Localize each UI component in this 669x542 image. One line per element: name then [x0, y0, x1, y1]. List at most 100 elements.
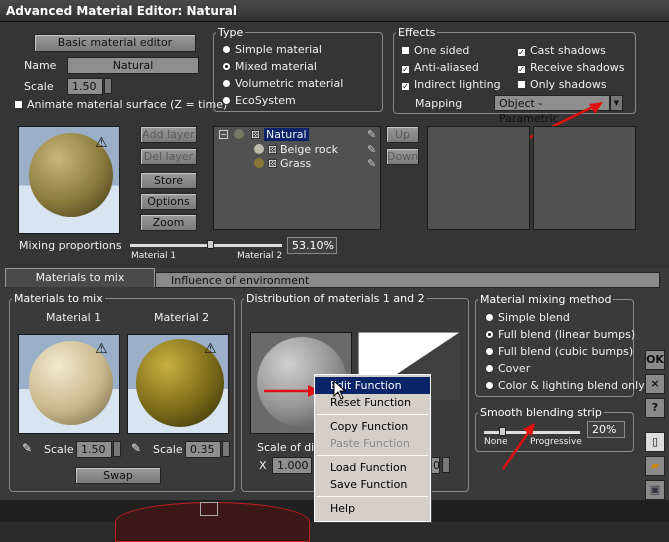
animate-checkbox[interactable]: Animate material surface (Z = time): [14, 98, 227, 111]
layer-toggle-icon[interactable]: ⊠: [268, 159, 277, 168]
radio-icon: [485, 364, 494, 373]
zoom-button[interactable]: Zoom: [140, 214, 197, 231]
radio-icon: [485, 381, 494, 390]
indirect-lighting-label: Indirect lighting: [414, 78, 501, 91]
mapping-label: Mapping: [415, 97, 463, 110]
scale-spinner[interactable]: [104, 78, 112, 94]
mixing-label: Mixing proportions: [19, 239, 122, 252]
material2-scale-field[interactable]: 0.35: [185, 441, 221, 458]
close-button[interactable]: ×: [645, 374, 665, 394]
type-option-label: EcoSystem: [235, 94, 296, 107]
layer-tree: − ⊠ Natural ⊠ Beige rock ⊠ Grass ✎ ✎ ✎: [213, 126, 381, 230]
mouse-cursor-icon: [333, 380, 347, 400]
animate-label: Animate material surface (Z = time): [27, 98, 228, 111]
anti-aliased-checkbox[interactable]: ✓ Anti-aliased: [401, 61, 479, 74]
method-cover-radio[interactable]: Cover: [485, 362, 530, 375]
tree-item-natural[interactable]: Natural: [264, 128, 309, 141]
tab-materials-to-mix[interactable]: Materials to mix: [5, 268, 155, 287]
method-color-radio[interactable]: Color & lighting blend only: [485, 379, 645, 392]
material2-scale-spinner[interactable]: [222, 441, 230, 457]
menu-help[interactable]: Help: [315, 500, 430, 517]
menu-separator: [317, 496, 428, 497]
distribution-spinner[interactable]: [442, 457, 450, 473]
anti-aliased-label: Anti-aliased: [414, 61, 479, 74]
distribution-x-field[interactable]: 1.000: [272, 457, 312, 474]
radio-icon: [485, 313, 494, 322]
new-file-icon[interactable]: ▯: [645, 432, 665, 452]
type-option-label: Volumetric material: [235, 77, 344, 90]
method-option-label: Simple blend: [498, 311, 570, 324]
viewport-gizmo: [200, 502, 218, 516]
material-sphere-icon: [254, 158, 264, 168]
layer-toggle-icon[interactable]: ⊠: [268, 145, 277, 154]
mapping-dropdown-icon[interactable]: ▼: [610, 95, 623, 111]
type-mixed-radio[interactable]: Mixed material: [222, 60, 317, 73]
ok-button[interactable]: OK: [645, 350, 665, 370]
menu-copy-function[interactable]: Copy Function: [315, 418, 430, 435]
indirect-lighting-checkbox[interactable]: ✓ Indirect lighting: [401, 78, 501, 91]
context-menu: Edit Function Reset Function Copy Functi…: [314, 374, 431, 522]
method-simple-radio[interactable]: Simple blend: [485, 311, 570, 324]
cast-shadows-checkbox[interactable]: ✓ Cast shadows: [517, 44, 606, 57]
del-layer-button[interactable]: Del layer: [140, 148, 197, 165]
material1-title: Material 1: [46, 311, 102, 324]
mixing-value-field[interactable]: 53.10%: [287, 237, 337, 254]
scale-field[interactable]: 1.50: [67, 78, 103, 95]
radio-selected-icon: [222, 62, 231, 71]
store-button[interactable]: Store: [140, 172, 197, 189]
add-layer-button[interactable]: Add layer: [140, 126, 197, 143]
menu-load-function[interactable]: Load Function: [315, 459, 430, 476]
up-button[interactable]: Up: [386, 126, 419, 143]
save-disk-icon[interactable]: ▣: [645, 480, 665, 500]
name-field[interactable]: Natural: [67, 57, 199, 74]
one-sided-label: One sided: [414, 44, 470, 57]
cast-shadows-label: Cast shadows: [530, 44, 606, 57]
material1-scale-field[interactable]: 1.50: [76, 441, 112, 458]
materials-group-title: Materials to mix: [12, 292, 105, 305]
tab-influence-of-environment[interactable]: Influence of environment: [155, 272, 660, 288]
material2-preview[interactable]: ⚠: [127, 334, 229, 434]
material1-edit-icon[interactable]: ✎: [22, 441, 32, 455]
edit-pencil-icon[interactable]: ✎: [367, 143, 376, 156]
method-option-label: Full blend (linear bumps): [498, 328, 636, 341]
effects-group-title: Effects: [396, 26, 438, 39]
radio-icon: [222, 45, 231, 54]
type-simple-radio[interactable]: Simple material: [222, 43, 322, 56]
type-volumetric-radio[interactable]: Volumetric material: [222, 77, 343, 90]
basic-editor-button[interactable]: Basic material editor: [34, 34, 196, 52]
distribution-scale-label: Scale of dis: [257, 441, 320, 454]
checkbox-icon: [14, 100, 23, 109]
options-button[interactable]: Options: [140, 193, 197, 210]
mixing-material1-label: Material 1: [131, 251, 177, 261]
method-cubic-radio[interactable]: Full blend (cubic bumps): [485, 345, 633, 358]
swap-button[interactable]: Swap: [75, 467, 161, 484]
mixing-slider-thumb[interactable]: [206, 240, 214, 249]
layer-toggle-icon[interactable]: ⊠: [251, 130, 260, 139]
menu-paste-function: Paste Function: [330, 437, 410, 450]
red-arrow-annotation: [264, 385, 320, 397]
one-sided-checkbox[interactable]: One sided: [401, 44, 469, 57]
material2-edit-icon[interactable]: ✎: [131, 441, 141, 455]
receive-shadows-checkbox[interactable]: ✓ Receive shadows: [517, 61, 624, 74]
only-shadows-checkbox[interactable]: Only shadows: [517, 78, 607, 91]
down-button[interactable]: Down: [386, 148, 419, 165]
tree-item-beige-rock[interactable]: Beige rock: [280, 143, 338, 156]
help-button[interactable]: ?: [645, 398, 665, 418]
edit-pencil-icon[interactable]: ✎: [367, 128, 376, 141]
material1-scale-spinner[interactable]: [113, 441, 121, 457]
menu-save-function[interactable]: Save Function: [315, 476, 430, 493]
checkbox-checked-icon: ✓: [401, 65, 410, 74]
mixing-material2-label: Material 2: [237, 251, 283, 261]
open-folder-icon[interactable]: ▰: [645, 456, 665, 476]
type-ecosystem-radio[interactable]: EcoSystem: [222, 94, 296, 107]
material1-preview[interactable]: ⚠: [18, 334, 120, 434]
edit-pencil-icon[interactable]: ✎: [367, 157, 376, 170]
only-shadows-label: Only shadows: [530, 78, 607, 91]
layer-preview-1: [427, 126, 530, 230]
material-preview[interactable]: ⚠: [18, 126, 120, 234]
collapse-icon[interactable]: −: [219, 130, 228, 139]
tree-item-grass[interactable]: Grass: [280, 157, 311, 170]
blending-value-field[interactable]: 20%: [587, 421, 625, 438]
checkbox-checked-icon: ✓: [517, 48, 526, 57]
method-linear-radio[interactable]: Full blend (linear bumps): [485, 328, 635, 341]
